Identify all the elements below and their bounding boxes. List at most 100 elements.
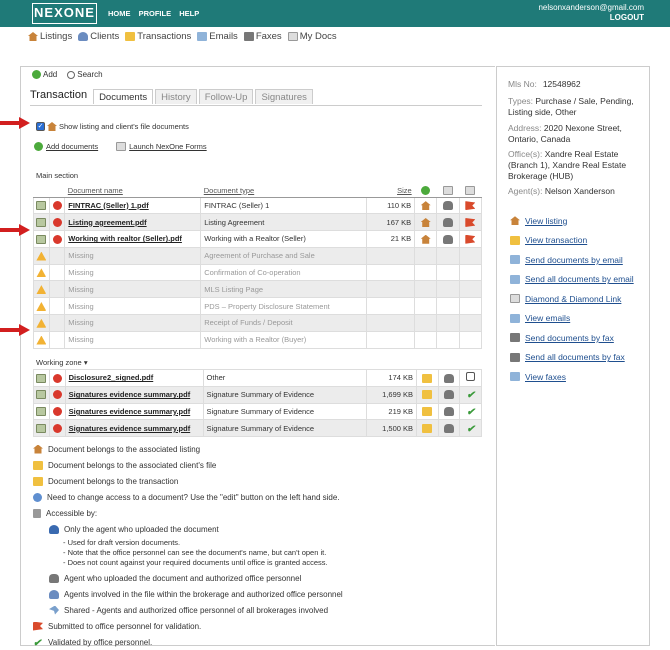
warning-icon: [36, 285, 47, 295]
send-all-documents-email-link[interactable]: Send all documents by email: [510, 270, 634, 290]
send-documents-fax-link[interactable]: Send documents by fax: [510, 328, 634, 348]
document-type: Other: [202, 369, 367, 387]
edit-cell[interactable]: [33, 385, 50, 404]
view-faxes-link[interactable]: View faxes: [510, 367, 634, 387]
empty-cell: [48, 330, 66, 349]
edit-cell[interactable]: [33, 419, 50, 438]
access-cell[interactable]: [437, 419, 461, 438]
nav-profile[interactable]: PROFILE: [139, 9, 172, 18]
folder-icon: [422, 407, 433, 417]
document-name[interactable]: FINTRAC (Seller) 1.pdf: [64, 196, 202, 215]
document-name[interactable]: Signatures evidence summary.pdf: [64, 402, 204, 421]
tab-history[interactable]: History: [155, 89, 197, 104]
access-cell[interactable]: [437, 402, 461, 421]
send-all-documents-fax-link[interactable]: Send all documents by fax: [510, 348, 634, 368]
nexone-logo[interactable]: NEXONE: [32, 3, 97, 24]
empty-cell: [458, 297, 483, 316]
status-cell: ✔: [459, 419, 482, 438]
access-cell[interactable]: [437, 385, 461, 404]
document-name[interactable]: Working with realtor (Seller).pdf: [64, 230, 202, 248]
access-cell[interactable]: [436, 213, 460, 232]
add-documents-link[interactable]: Add documents: [34, 142, 98, 151]
warning-cell: [33, 280, 50, 299]
table-row: Signatures evidence summary.pdf Signature…: [33, 385, 482, 404]
show-docs-label: Show listing and client's file documents: [59, 122, 189, 131]
send-documents-email-link[interactable]: Send documents by email: [510, 250, 634, 270]
nav-home[interactable]: HOME: [108, 9, 131, 18]
edit-cell[interactable]: [33, 213, 50, 232]
nav-listings[interactable]: Listings: [28, 31, 72, 42]
warning-icon: [36, 318, 47, 328]
document-name[interactable]: Listing agreement.pdf: [64, 213, 202, 232]
fax-icon: [510, 352, 520, 362]
view-transaction-link[interactable]: View transaction: [510, 231, 634, 251]
agent-office-icon: [442, 217, 453, 227]
delete-cell[interactable]: [48, 419, 66, 438]
delete-cell[interactable]: [48, 230, 66, 248]
document-size: [365, 330, 416, 349]
tab-documents[interactable]: Documents: [93, 89, 154, 104]
nav-emails[interactable]: Emails: [197, 31, 238, 42]
status-cell: ✔: [459, 402, 482, 421]
edit-cell[interactable]: [33, 402, 50, 421]
col-size[interactable]: Size: [366, 184, 415, 198]
search-button[interactable]: Search: [67, 70, 103, 79]
view-emails-link[interactable]: View emails: [510, 309, 634, 329]
access-cell[interactable]: [436, 230, 460, 248]
status-cell: ✔: [459, 385, 482, 404]
empty-cell: [458, 314, 483, 332]
add-button[interactable]: Add: [32, 70, 57, 79]
working-zone-title[interactable]: Working zone ▾: [36, 358, 88, 367]
show-docs-checkbox[interactable]: ✓: [36, 122, 45, 131]
show-docs-row: ✓ Show listing and client's file documen…: [36, 122, 189, 131]
nav-faxes[interactable]: Faxes: [243, 31, 282, 42]
nav-transactions[interactable]: Transactions: [125, 31, 191, 42]
submit-checkbox[interactable]: [466, 372, 476, 382]
empty-cell: [458, 263, 483, 282]
edit-cell[interactable]: [33, 369, 50, 387]
delete-cell[interactable]: [48, 213, 66, 232]
legend: Document belongs to the associated listi…: [33, 441, 343, 650]
check-icon: ✔: [466, 390, 475, 402]
table-row: Missing Confirmation of Co-operation: [33, 263, 483, 282]
fax-icon: [510, 333, 520, 343]
diamond-link[interactable]: Diamond & Diamond Link: [510, 289, 634, 309]
folder-icon: [510, 235, 520, 245]
warning-cell: [33, 330, 50, 349]
owner-cell: [414, 230, 438, 248]
col-document-type[interactable]: Document type: [200, 184, 367, 198]
document-type: MLS Listing Page: [200, 280, 367, 299]
col-document-name[interactable]: Document name: [64, 184, 201, 198]
logout-link[interactable]: LOGOUT: [610, 13, 644, 22]
document-name[interactable]: Signatures evidence summary.pdf: [64, 419, 204, 438]
empty-cell: [48, 314, 66, 332]
edit-icon: [36, 234, 47, 244]
flag-icon: [465, 234, 476, 244]
house-icon: [510, 216, 520, 226]
view-listing-link[interactable]: View listing: [510, 211, 634, 231]
warning-cell: [33, 297, 50, 316]
delete-cell[interactable]: [48, 402, 66, 421]
launch-forms-link[interactable]: Launch NexOne Forms: [116, 142, 207, 151]
client-folder-icon: [33, 460, 43, 470]
edit-cell[interactable]: [33, 230, 50, 248]
tab-signatures[interactable]: Signatures: [255, 89, 313, 104]
status-cell[interactable]: [459, 369, 482, 387]
nav-clients[interactable]: Clients: [78, 31, 119, 42]
nav-help[interactable]: HELP: [179, 9, 199, 18]
nav-my-docs[interactable]: My Docs: [287, 31, 337, 42]
document-name: Missing: [64, 297, 202, 316]
table-row: Disclosure2_signed.pdf Other 174 KB: [33, 369, 482, 387]
document-name[interactable]: Signatures evidence summary.pdf: [64, 385, 204, 404]
access-cell[interactable]: [437, 369, 461, 387]
edit-cell[interactable]: [33, 196, 50, 215]
edit-icon: [36, 424, 47, 434]
document-name[interactable]: Disclosure2_signed.pdf: [64, 369, 204, 387]
warning-cell: [33, 263, 50, 282]
tab-follow-up[interactable]: Follow-Up: [198, 89, 254, 104]
delete-cell[interactable]: [48, 385, 66, 404]
delete-cell[interactable]: [48, 196, 66, 215]
legend-transaction: Document belongs to the transaction: [33, 473, 343, 489]
access-cell[interactable]: [436, 196, 460, 215]
delete-cell[interactable]: [48, 369, 66, 387]
